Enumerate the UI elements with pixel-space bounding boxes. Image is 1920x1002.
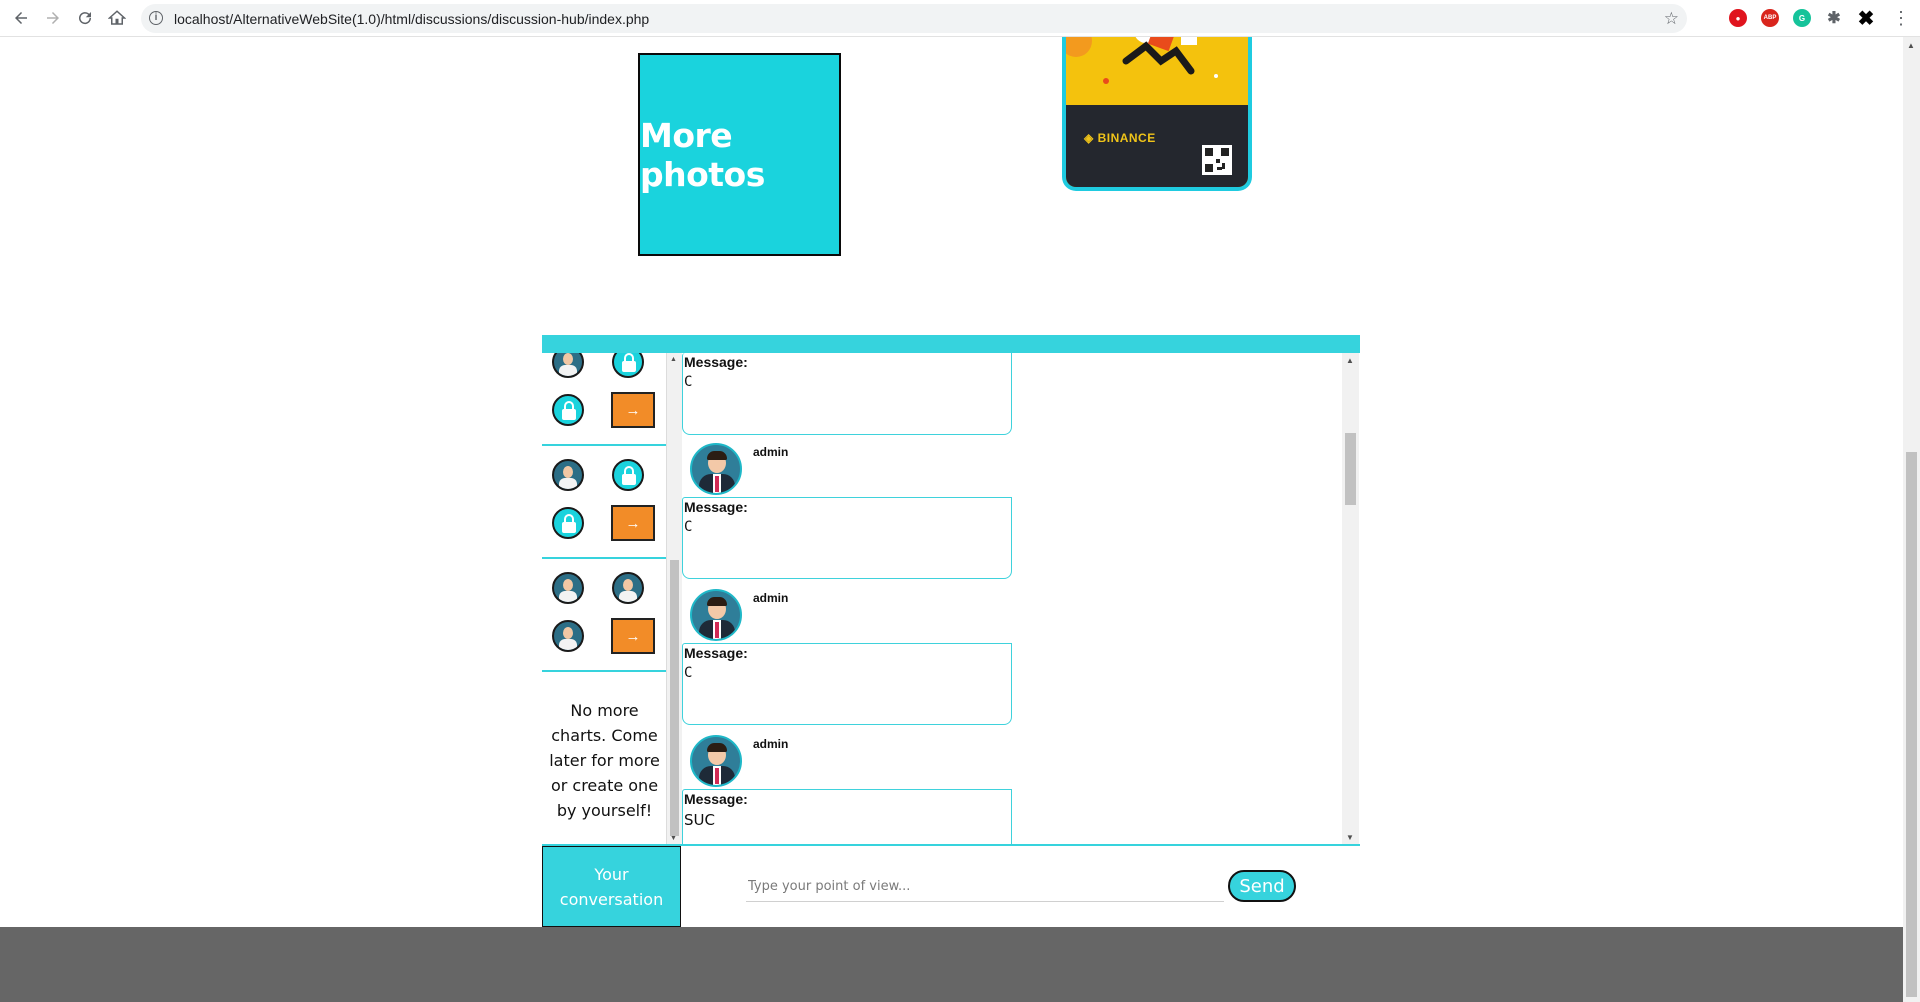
member-avatar <box>552 353 584 378</box>
browser-toolbar: i localhost/AlternativeWebSite(1.0)/html… <box>0 0 1920 37</box>
message-text: SUC <box>684 811 715 829</box>
adblock-plus-extension-icon[interactable]: ABP <box>1761 9 1779 27</box>
ad-illustration <box>1066 37 1248 105</box>
message-bubble: Message: SUC <box>682 789 1012 845</box>
open-slot-lock-icon <box>612 353 644 378</box>
open-slot-lock-icon <box>552 507 584 539</box>
chart-item[interactable]: → <box>542 446 666 559</box>
message-text: C <box>684 665 693 681</box>
chart-list-scrollbar[interactable]: ▲ ▼ <box>667 353 682 845</box>
bookmark-star-icon[interactable]: ☆ <box>1664 9 1679 29</box>
adblock-extension-icon[interactable]: ● <box>1729 9 1747 27</box>
author-name: admin <box>753 591 789 605</box>
scrollbar-thumb[interactable] <box>1906 452 1917 997</box>
address-bar[interactable]: i localhost/AlternativeWebSite(1.0)/html… <box>141 4 1687 33</box>
binance-logo: ◈ BINANCE <box>1084 131 1156 145</box>
reload-icon[interactable] <box>73 6 97 30</box>
member-avatar <box>552 572 584 604</box>
chart-item[interactable]: → <box>542 559 666 672</box>
scrollbar-thumb[interactable] <box>670 560 679 836</box>
author-name: admin <box>753 737 789 751</box>
scroll-up-arrow-icon[interactable]: ▲ <box>1346 356 1354 365</box>
your-conversation-button[interactable]: Your conversation <box>542 846 681 927</box>
more-photos-button[interactable]: More photos <box>638 53 841 256</box>
open-slot-lock-icon <box>612 459 644 491</box>
message-label: Message: <box>684 499 748 515</box>
member-avatar <box>552 459 584 491</box>
message-label: Message: <box>684 791 748 807</box>
home-icon[interactable] <box>105 6 129 30</box>
enter-chart-button[interactable]: → <box>611 505 655 541</box>
message-input[interactable] <box>746 872 1224 902</box>
send-button[interactable]: Send <box>1228 870 1296 902</box>
message-label: Message: <box>684 645 748 661</box>
section-divider <box>542 335 1360 353</box>
scrollbar-thumb[interactable] <box>1345 433 1356 505</box>
message-bubble: Message: C <box>682 353 1012 435</box>
chart-item[interactable]: → <box>542 353 666 446</box>
more-photos-label: More photos <box>640 115 765 194</box>
message-text: C <box>684 374 693 390</box>
message-label: Message: <box>684 354 748 370</box>
page-scrollbar[interactable]: ▲ <box>1903 37 1920 1002</box>
site-info-icon[interactable]: i <box>149 11 163 25</box>
message-text: C <box>684 519 693 535</box>
forward-icon[interactable] <box>41 6 65 30</box>
page-footer <box>0 927 1903 1002</box>
qr-code-icon <box>1202 145 1232 175</box>
author-avatar[interactable] <box>690 735 742 787</box>
scroll-up-arrow-icon[interactable]: ▲ <box>1907 41 1915 50</box>
message-bubble: Message: C <box>682 643 1012 725</box>
binance-ad-banner[interactable]: ◈ BINANCE <box>1062 37 1252 191</box>
message-composer: Your conversation Send <box>542 844 1360 927</box>
author-avatar[interactable] <box>690 589 742 641</box>
x-extension-icon[interactable]: ✖ <box>1857 8 1875 30</box>
enter-chart-button[interactable]: → <box>611 618 655 654</box>
scroll-down-arrow-icon[interactable]: ▼ <box>1346 833 1354 842</box>
scroll-up-arrow-icon[interactable]: ▲ <box>670 356 677 363</box>
scroll-down-arrow-icon[interactable]: ▼ <box>670 835 677 842</box>
browser-menu-icon[interactable]: ⋮ <box>1892 8 1910 28</box>
enter-chart-button[interactable]: → <box>611 392 655 428</box>
open-slot-lock-icon <box>552 394 584 426</box>
message-feed-scrollbar[interactable]: ▲ ▼ <box>1342 353 1359 845</box>
extensions-puzzle-icon[interactable]: ✱ <box>1825 9 1843 27</box>
member-avatar <box>612 572 644 604</box>
main-container: More photos ◈ BINANCE → → → No more char… <box>542 37 1360 927</box>
url-text: localhost/AlternativeWebSite(1.0)/html/d… <box>174 11 650 27</box>
message-bubble: Message: C <box>682 497 1012 579</box>
member-avatar <box>552 620 584 652</box>
message-feed: Message: C admin Message: C admin Messag… <box>682 353 1342 845</box>
back-icon[interactable] <box>9 6 33 30</box>
author-name: admin <box>753 445 789 459</box>
no-more-charts-text: No more charts. Come later for more or c… <box>549 701 660 820</box>
chart-list: → → → No more charts. Come later for mor… <box>542 353 667 845</box>
grammarly-extension-icon[interactable]: G <box>1793 9 1811 27</box>
page-viewport: More photos ◈ BINANCE → → → No more char… <box>0 37 1903 1002</box>
author-avatar[interactable] <box>690 443 742 495</box>
